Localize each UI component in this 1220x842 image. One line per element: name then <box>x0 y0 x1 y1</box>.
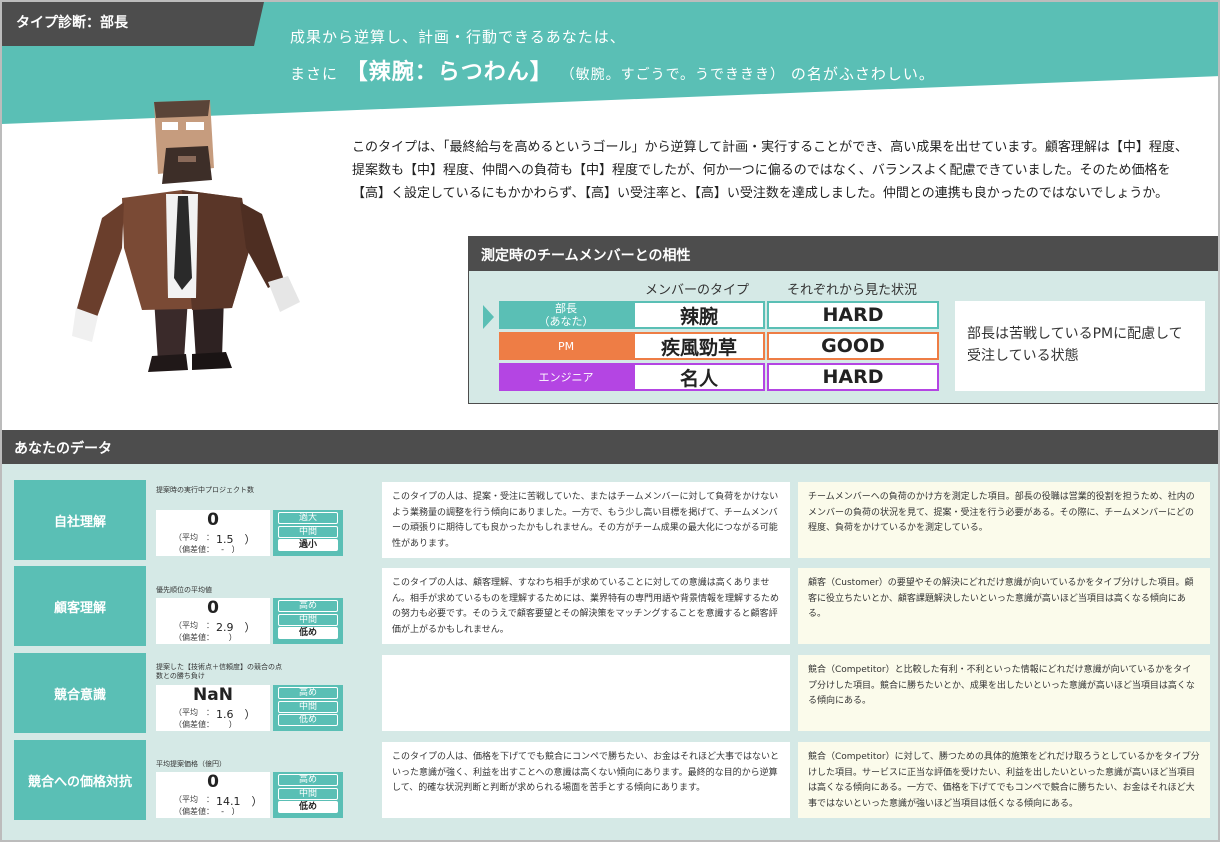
metric-deviation: - ） <box>221 545 240 554</box>
level-mid: 中間 <box>278 700 338 713</box>
level-high: 高め <box>278 600 338 612</box>
level-mid: 中間 <box>278 613 338 626</box>
member-type: 疾風勁草 <box>633 332 765 360</box>
member-status: GOOD <box>767 332 939 360</box>
level-low-selected: 低め <box>278 627 338 639</box>
metric-value: NaN <box>193 685 233 705</box>
metric-comment: このタイプの人は、提案・受注に苦戦していた、またはチームメンバーに対して負荷をか… <box>382 482 790 558</box>
compatibility-note: 部長は苦戦しているPMに配慮して受注している状態 <box>955 301 1205 391</box>
metric-label: 競合への価格対抗 <box>14 740 146 820</box>
level-indicator: 高め 中間 低め <box>273 598 343 644</box>
metric-row-price-competition: 競合への価格対抗 平均提案価格（億円） 0 （平均 ： 14.1 ） （偏差値：… <box>14 740 1212 820</box>
level-indicator: 過大 中間 過小 <box>273 510 343 556</box>
self-marker-icon <box>483 305 494 329</box>
deviation-label: （偏差値： <box>174 807 214 816</box>
metric-value: 0 <box>207 598 219 618</box>
metric-value: 0 <box>207 510 219 530</box>
character-illustration <box>72 100 300 372</box>
deviation-label: （偏差値： <box>174 633 214 642</box>
member-type: 辣腕 <box>633 301 765 329</box>
metric-label: 顧客理解 <box>14 566 146 646</box>
metric-value-box: 0 （平均 ： 1.5 ） （偏差値： - ） <box>156 510 270 556</box>
metric-sublabel: 優先順位の平均値 <box>156 586 212 594</box>
lead-prefix: まさに <box>290 65 339 83</box>
page-frame: タイプ診断：部長 成果から逆算し、計画・行動できるあなたは、 まさに 【辣腕：ら… <box>0 0 1220 842</box>
metric-sublabel: 提案時の実行中プロジェクト数 <box>156 486 254 494</box>
level-indicator: 高め 中間 低め <box>273 685 343 731</box>
data-section: 自社理解 提案時の実行中プロジェクト数 0 （平均 ： 1.5 ） （偏差値： … <box>2 464 1218 840</box>
metric-comment: このタイプの人は、価格を下げてでも競合にコンペで勝ちたい、お金はそれほど大事では… <box>382 742 790 818</box>
column-header-type: メンバーのタイプ <box>645 283 750 298</box>
metric-label: 競合意識 <box>14 653 146 733</box>
deviation-label: （偏差値： <box>174 720 214 729</box>
metric-row-competitor-awareness: 競合意識 提案した【技術点＋信頼度】の競合の点数との勝ち負け NaN （平均 ：… <box>14 653 1212 733</box>
metric-sublabel: 提案した【技術点＋信頼度】の競合の点数との勝ち負け <box>156 663 282 680</box>
member-row: PM 疾風勁草 GOOD <box>499 332 939 360</box>
member-row: エンジニア 名人 HARD <box>499 363 939 391</box>
mean-label: （平均 ： <box>174 708 214 717</box>
member-role: 部長 （あなた） <box>499 301 633 329</box>
member-status: HARD <box>767 363 939 391</box>
member-type: 名人 <box>633 363 765 391</box>
member-role: エンジニア <box>499 363 633 391</box>
metric-value-box: 0 （平均 ： 2.9 ） （偏差値： ） <box>156 598 270 644</box>
mean-label: （平均 ： <box>174 621 214 630</box>
type-description: このタイプは、「最終給与を高めるというゴール」から逆算して計画・実行することがで… <box>352 140 1188 201</box>
column-header-status: それぞれから見た状況 <box>787 283 918 298</box>
member-status: HARD <box>767 301 939 329</box>
metric-explanation: 競合（Competitor）に対して、勝つための具体的施策をどれだけ取ろうとして… <box>798 742 1210 818</box>
lead-suffix: の名がふさわしい。 <box>790 65 935 83</box>
metric-value-box: 0 （平均 ： 14.1 ） （偏差値： - ） <box>156 772 270 818</box>
metric-label: 自社理解 <box>14 480 146 560</box>
member-role: PM <box>499 332 633 360</box>
metric-explanation: チームメンバーへの負荷のかけ方を測定した項目。部長の役職は営業的役割を担うため、… <box>798 482 1210 558</box>
level-low-selected: 低め <box>278 801 338 813</box>
level-mid: 中間 <box>278 525 338 538</box>
metric-row-customer-understanding: 顧客理解 優先順位の平均値 0 （平均 ： 2.9 ） （偏差値： ） 高め 中… <box>14 566 1212 646</box>
compatibility-title: 測定時のチームメンバーとの相性 <box>469 237 1218 271</box>
type-name-reading: （敏腕。すごうで。うでききき） <box>560 67 786 83</box>
level-high: 高め <box>278 774 338 786</box>
compatibility-panel: 測定時のチームメンバーとの相性 メンバーのタイプ それぞれから見た状況 部長 （あ… <box>468 236 1218 404</box>
level-high: 高め <box>278 687 338 699</box>
metric-deviation: ） <box>228 720 237 729</box>
metric-comment: このタイプの人は、顧客理解、すなわち相手が求めていることに対しての意識は高くあり… <box>382 568 790 644</box>
metric-deviation: ） <box>228 633 237 642</box>
lead-line-2: まさに 【辣腕：らつわん】 （敏腕。すごうで。うでききき） の名がふさわしい。 <box>290 54 935 86</box>
metric-sublabel: 平均提案価格（億円） <box>156 760 226 768</box>
metric-explanation: 競合（Competitor）と比較した有利・不利といった情報にどれだけ意識が向い… <box>798 655 1210 731</box>
mean-label: （平均 ： <box>174 533 214 542</box>
level-indicator: 高め 中間 低め <box>273 772 343 818</box>
data-section-title: あなたのデータ <box>2 430 1218 464</box>
metric-row-self-understanding: 自社理解 提案時の実行中プロジェクト数 0 （平均 ： 1.5 ） （偏差値： … <box>14 480 1212 560</box>
deviation-label: （偏差値： <box>174 545 214 554</box>
type-name-highlight: 【辣腕：らつわん】 <box>345 60 553 85</box>
metric-deviation: - ） <box>221 807 240 816</box>
level-high: 過大 <box>278 512 338 524</box>
type-title: タイプ診断：部長 <box>16 15 128 31</box>
mean-label: （平均 ： <box>174 795 214 804</box>
level-low-selected: 過小 <box>278 539 338 551</box>
metric-comment <box>382 655 790 731</box>
lead-line-1: 成果から逆算し、計画・行動できるあなたは、 <box>290 28 626 46</box>
member-row: 部長 （あなた） 辣腕 HARD <box>499 301 939 329</box>
metric-value: 0 <box>207 772 219 792</box>
level-mid: 中間 <box>278 787 338 800</box>
metric-explanation: 顧客（Customer）の要望やその解決にどれだけ意識が向いているかをタイプ分け… <box>798 568 1210 644</box>
metric-value-box: NaN （平均 ： 1.6 ） （偏差値： ） <box>156 685 270 731</box>
level-low: 低め <box>278 714 338 726</box>
